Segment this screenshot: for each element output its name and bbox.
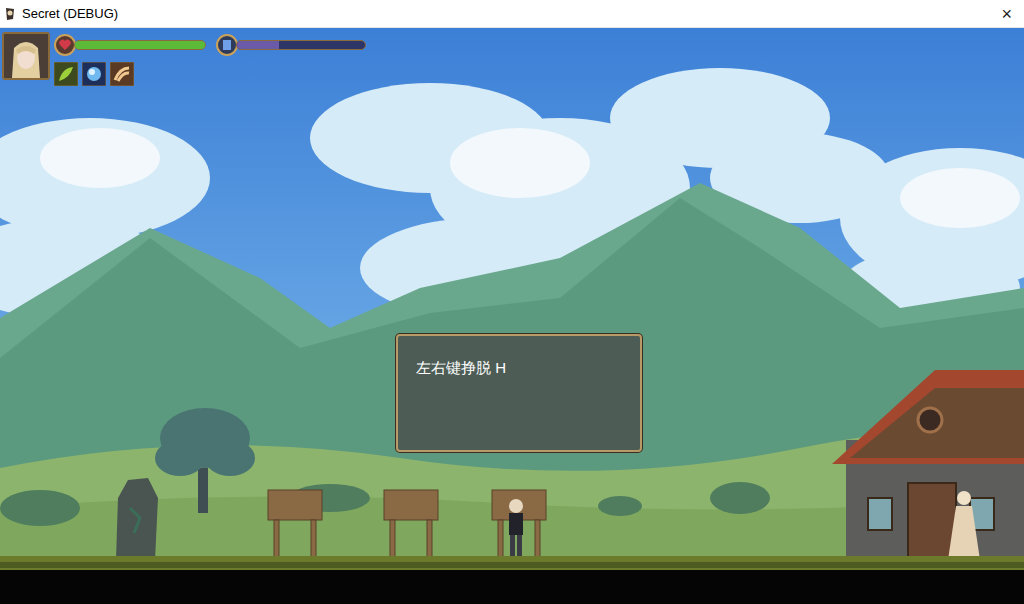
title-bar: Secret (DEBUG) × xyxy=(0,0,1024,28)
game-scene: 左右键挣脱 H xyxy=(0,28,1024,604)
portrait xyxy=(2,32,50,80)
health-fill xyxy=(75,41,205,49)
leaf-skill-icon[interactable] xyxy=(54,62,78,86)
claw-skill-icon[interactable] xyxy=(110,62,134,86)
skill-bar xyxy=(54,62,366,86)
mana-fill xyxy=(237,41,279,49)
scene-background xyxy=(0,28,1024,604)
dialog-text: 左右键挣脱 H xyxy=(416,359,506,376)
health-bar xyxy=(74,40,206,50)
character-portrait-icon xyxy=(4,34,48,78)
hud xyxy=(2,32,366,86)
game-window: Secret (DEBUG) × xyxy=(0,0,1024,604)
heart-icon xyxy=(54,34,76,56)
close-button[interactable]: × xyxy=(993,5,1020,23)
orb-skill-icon[interactable] xyxy=(82,62,106,86)
mana-icon xyxy=(216,34,238,56)
app-icon xyxy=(4,7,16,21)
window-title: Secret (DEBUG) xyxy=(22,7,118,20)
dialog-box: 左右键挣脱 H xyxy=(396,334,642,452)
mana-bar xyxy=(236,40,366,50)
